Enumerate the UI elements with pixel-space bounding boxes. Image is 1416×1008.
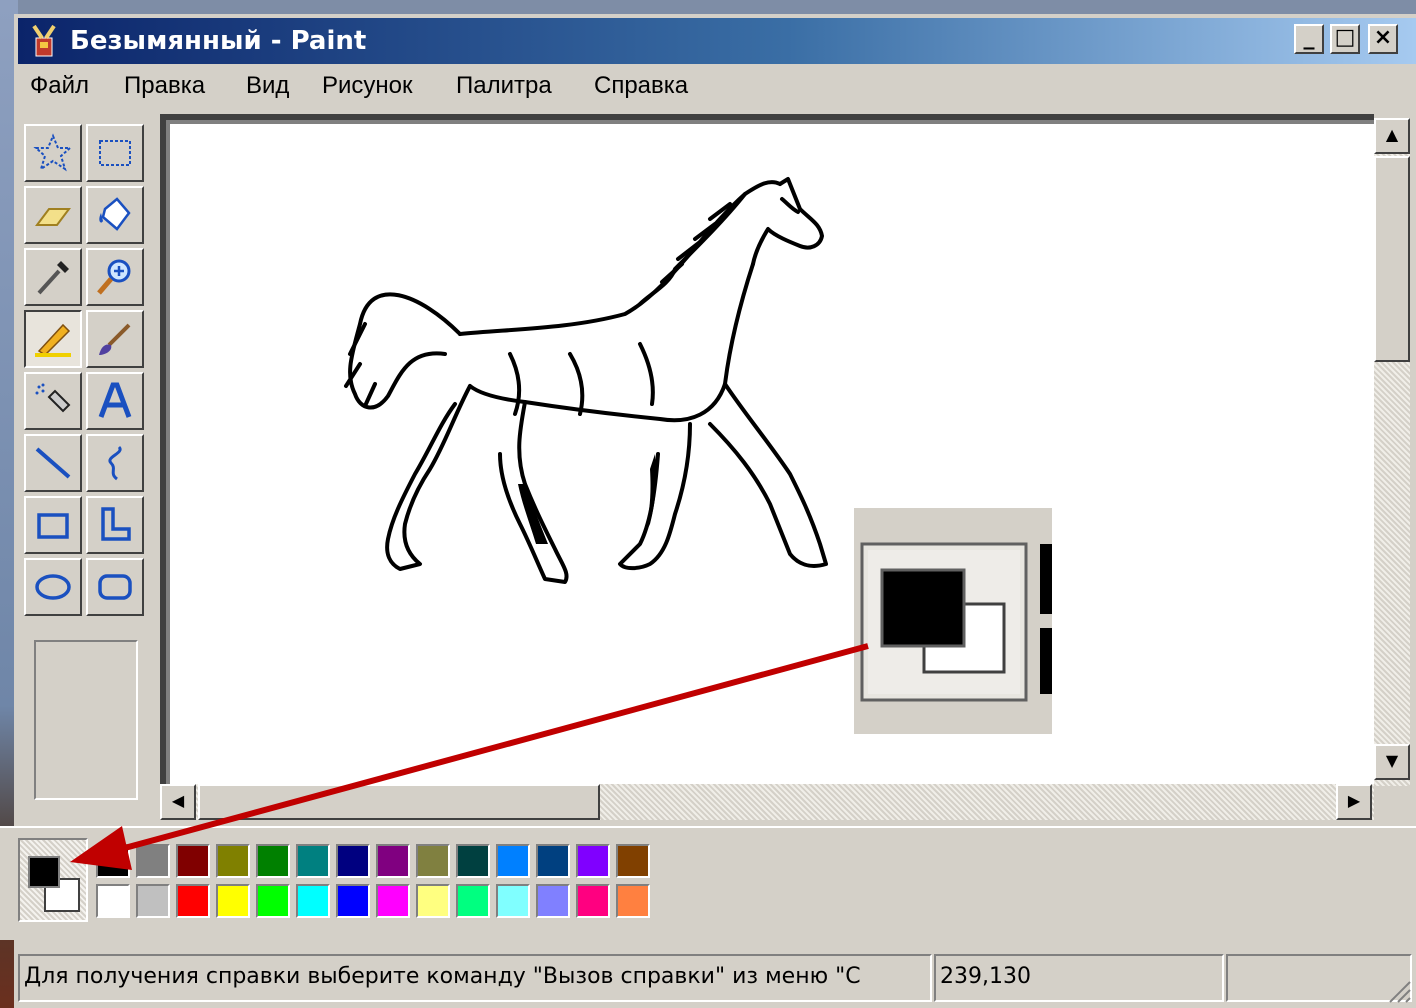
tool-polygon[interactable] — [86, 496, 144, 554]
text-icon — [98, 382, 132, 418]
airbrush-icon — [35, 383, 71, 413]
palette-swatch-bottom-3[interactable] — [216, 884, 250, 918]
tool-airbrush[interactable] — [24, 372, 82, 430]
zoomed-color-swatch-image — [854, 508, 1052, 734]
brush-icon — [99, 323, 131, 355]
rectangle-icon — [37, 513, 69, 539]
palette-swatch-top-2[interactable] — [176, 844, 210, 878]
palette-swatch-top-7[interactable] — [376, 844, 410, 878]
horizontal-scrollbar[interactable]: ◀ ▶ — [160, 784, 1374, 820]
palette-swatch-bottom-7[interactable] — [376, 884, 410, 918]
menu-help[interactable]: Справка — [594, 72, 688, 100]
vertical-scroll-thumb[interactable] — [1374, 156, 1410, 362]
tool-fill[interactable] — [86, 186, 144, 244]
color-palette-bar — [0, 826, 1416, 940]
tool-magnifier[interactable] — [86, 248, 144, 306]
close-button[interactable]: × — [1368, 24, 1398, 54]
palette-swatch-top-6[interactable] — [336, 844, 370, 878]
vertical-scrollbar[interactable]: ▲ ▼ — [1374, 118, 1410, 786]
tool-pencil[interactable] — [24, 310, 82, 368]
scroll-up-button[interactable]: ▲ — [1374, 118, 1410, 154]
status-bar: Для получения справки выберите команду "… — [14, 950, 1416, 1008]
palette-swatch-top-9[interactable] — [456, 844, 490, 878]
horse-drawing — [344, 177, 828, 584]
tool-rounded-rectangle[interactable] — [86, 558, 144, 616]
palette-swatch-top-3[interactable] — [216, 844, 250, 878]
palette-swatch-top-1[interactable] — [136, 844, 170, 878]
palette-swatch-top-10[interactable] — [496, 844, 530, 878]
title-bar[interactable]: Безымянный - Paint _ □ × — [18, 18, 1416, 64]
palette-swatch-bottom-11[interactable] — [536, 884, 570, 918]
zoomed-color-indicator-callout — [854, 508, 1052, 734]
rounded-rect-icon — [98, 574, 132, 600]
current-colors-indicator[interactable] — [18, 838, 88, 922]
palette-swatch-bottom-2[interactable] — [176, 884, 210, 918]
minimize-button[interactable]: _ — [1294, 24, 1324, 54]
palette-swatch-top-12[interactable] — [576, 844, 610, 878]
menu-view[interactable]: Вид — [246, 72, 289, 100]
magnifier-icon — [97, 259, 131, 295]
scroll-left-button[interactable]: ◀ — [160, 784, 196, 820]
tool-brush[interactable] — [86, 310, 144, 368]
palette-swatch-bottom-13[interactable] — [616, 884, 650, 918]
maximize-button[interactable]: □ — [1330, 24, 1360, 54]
star-select-icon — [33, 133, 73, 172]
ellipse-icon — [35, 574, 71, 600]
palette-swatch-bottom-9[interactable] — [456, 884, 490, 918]
pencil-icon — [35, 323, 71, 357]
palette-swatch-top-13[interactable] — [616, 844, 650, 878]
paint-bucket-icon — [99, 197, 131, 231]
resize-grip-icon[interactable] — [1382, 974, 1412, 1004]
scroll-down-button[interactable]: ▼ — [1374, 744, 1410, 780]
tool-options-panel[interactable] — [34, 640, 138, 800]
palette-swatch-bottom-4[interactable] — [256, 884, 290, 918]
rect-select-icon — [99, 140, 131, 166]
drawing-canvas[interactable] — [170, 124, 1374, 786]
tool-pick-color[interactable] — [24, 248, 82, 306]
line-icon — [35, 447, 71, 479]
palette-swatch-bottom-8[interactable] — [416, 884, 450, 918]
tool-line[interactable] — [24, 434, 82, 492]
eraser-icon — [35, 208, 71, 226]
scroll-right-button[interactable]: ▶ — [1336, 784, 1372, 820]
paint-app-icon — [32, 24, 56, 57]
tool-rectangle[interactable] — [24, 496, 82, 554]
palette-swatch-bottom-0[interactable] — [96, 884, 130, 918]
palette-swatch-top-11[interactable] — [536, 844, 570, 878]
foreground-color-swatch[interactable] — [28, 856, 60, 888]
palette-swatch-bottom-6[interactable] — [336, 884, 370, 918]
menu-palette[interactable]: Палитра — [456, 72, 552, 100]
palette-swatch-bottom-12[interactable] — [576, 884, 610, 918]
tool-free-select[interactable] — [24, 124, 82, 182]
menu-bar: Файл Правка Вид Рисунок Палитра Справка — [18, 68, 1416, 106]
polygon-icon — [101, 507, 131, 541]
palette-swatch-top-8[interactable] — [416, 844, 450, 878]
menu-image[interactable]: Рисунок — [322, 72, 413, 100]
tool-eraser[interactable] — [24, 186, 82, 244]
palette-swatch-bottom-1[interactable] — [136, 884, 170, 918]
palette-swatch-top-4[interactable] — [256, 844, 290, 878]
curve-icon — [108, 445, 122, 481]
tool-curve[interactable] — [86, 434, 144, 492]
palette-swatch-top-5[interactable] — [296, 844, 330, 878]
palette-swatch-bottom-10[interactable] — [496, 884, 530, 918]
tool-text[interactable] — [86, 372, 144, 430]
status-help-text: Для получения справки выберите команду "… — [18, 954, 932, 1002]
horizontal-scroll-thumb[interactable] — [198, 784, 600, 820]
palette-swatch-bottom-5[interactable] — [296, 884, 330, 918]
eyedropper-icon — [37, 261, 69, 295]
status-coordinates: 239,130 — [934, 954, 1224, 1002]
palette-swatch-top-0[interactable] — [96, 844, 130, 878]
tool-select[interactable] — [86, 124, 144, 182]
menu-file[interactable]: Файл — [30, 72, 89, 100]
window-title: Безымянный - Paint — [70, 26, 367, 56]
menu-edit[interactable]: Правка — [124, 72, 205, 100]
tool-ellipse[interactable] — [24, 558, 82, 616]
